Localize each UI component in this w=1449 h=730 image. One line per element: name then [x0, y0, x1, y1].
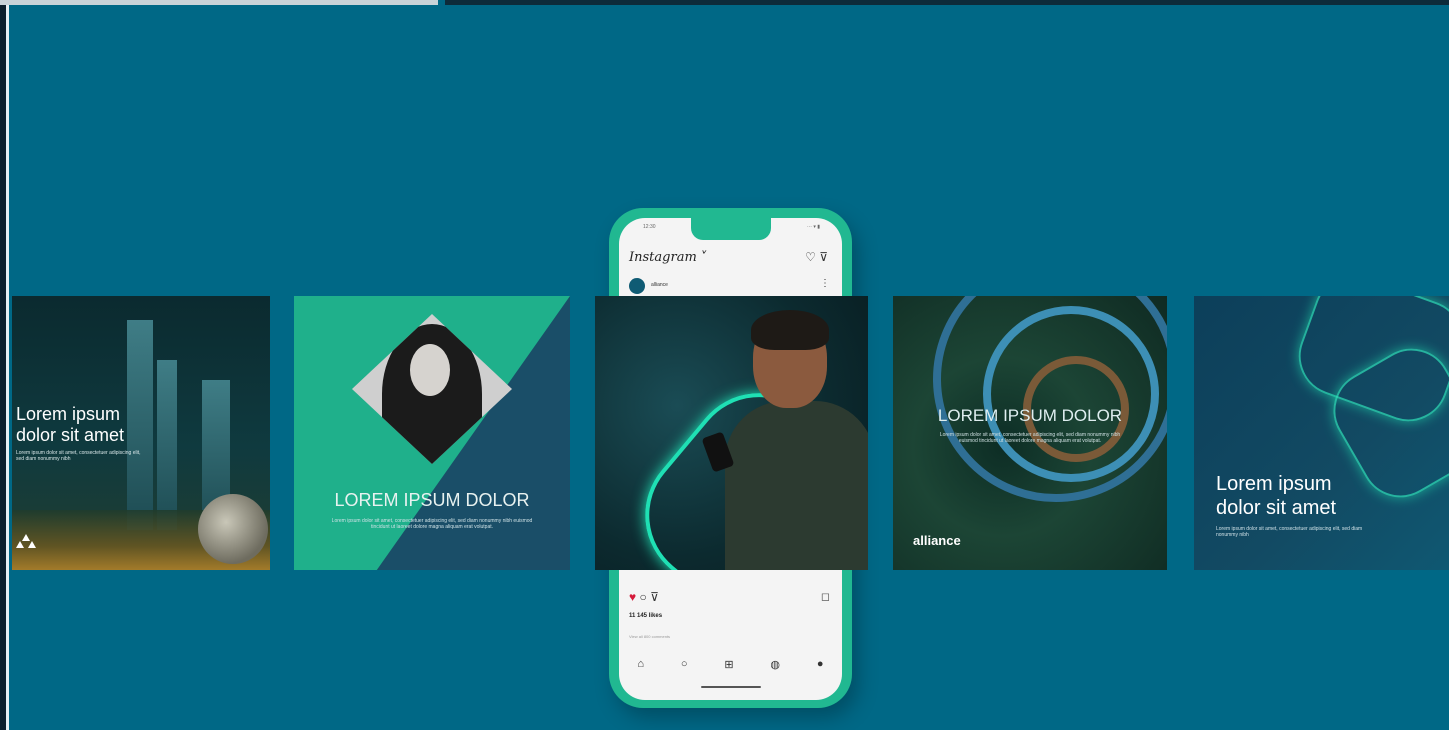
card-title: LOREM IPSUM DOLOR	[334, 490, 530, 510]
post-card-city[interactable]: Lorem ipsum dolor sit amet Lorem ipsum d…	[12, 296, 270, 570]
top-strip-left	[0, 0, 438, 5]
comment-icon[interactable]: ○	[639, 590, 646, 604]
museum-dome	[198, 494, 268, 564]
phone-notch	[691, 218, 771, 240]
likes-count: 11 145 likes	[629, 613, 663, 619]
card-body: Lorem ipsum dolor sit amet, consectetuer…	[1216, 526, 1363, 538]
person-hair	[751, 310, 829, 350]
card-body: Lorem ipsum dolor sit amet, consectetuer…	[331, 518, 533, 530]
bookmark-icon[interactable]: ◻	[821, 590, 830, 603]
card-title: LOREM IPSUM DOLOR	[937, 406, 1123, 425]
brand-logo: alliance	[913, 533, 961, 548]
status-indicators: ··· ▾ ▮	[806, 224, 820, 230]
profile-icon[interactable]: ●	[817, 658, 824, 671]
search-icon[interactable]: ○	[681, 658, 688, 671]
header-icons[interactable]: ♡ ⊽	[805, 250, 828, 264]
heart-icon[interactable]: ♥	[629, 590, 636, 604]
card-body: Lorem ipsum dolor sit amet, consectetuer…	[16, 450, 141, 462]
top-strip-right	[445, 0, 1449, 5]
post-actions: ♥ ○ ⊽	[629, 590, 659, 604]
shop-icon[interactable]: ◍	[770, 658, 780, 671]
post-card-stairs[interactable]: LOREM IPSUM DOLOR Lorem ipsum dolor sit …	[893, 296, 1167, 570]
avatar[interactable]	[629, 278, 645, 294]
share-icon[interactable]: ⊽	[650, 590, 659, 604]
home-icon[interactable]: ⌂	[637, 658, 644, 671]
bottom-tab-bar: ⌂ ○ ⊞ ◍ ●	[619, 658, 842, 671]
status-time: 12:30	[643, 224, 656, 230]
more-icon[interactable]: ⋮	[820, 278, 830, 289]
account-name[interactable]: alliance	[651, 282, 668, 288]
portrait-face	[410, 344, 450, 396]
app-title[interactable]: Instagram ˅	[629, 250, 707, 265]
post-card-portrait[interactable]: LOREM IPSUM DOLOR Lorem ipsum dolor sit …	[294, 296, 570, 570]
home-indicator	[701, 686, 761, 688]
tower-shape	[127, 320, 153, 530]
brand-logo-icon	[16, 534, 36, 548]
card-body: Lorem ipsum dolor sit amet, consectetuer…	[939, 432, 1121, 444]
card-title: Lorem ipsum dolor sit amet	[1216, 473, 1337, 519]
person-body	[725, 401, 868, 570]
left-frame-inner	[6, 5, 9, 730]
view-comments-link[interactable]: View all 800 comments	[629, 634, 670, 639]
card-title: Lorem ipsum dolor sit amet	[16, 404, 125, 445]
tower-shape	[157, 360, 177, 530]
post-card-featured[interactable]	[595, 296, 868, 570]
add-icon[interactable]: ⊞	[724, 658, 733, 671]
post-card-neon[interactable]: Lorem ipsum dolor sit amet Lorem ipsum d…	[1194, 296, 1449, 570]
